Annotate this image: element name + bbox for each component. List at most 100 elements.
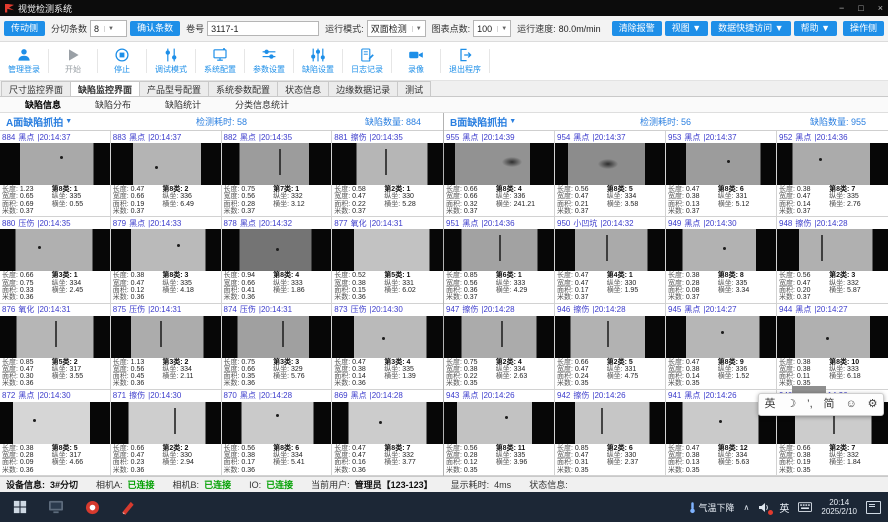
play-button[interactable]: 开始 [51, 42, 95, 80]
defect-cell-label: 872黑点|20:14:30 [0, 390, 110, 402]
strips-select[interactable]: 8▼ [90, 20, 127, 37]
tab-sub-2[interactable]: 缺陷统计 [148, 97, 218, 112]
roll-number-input[interactable] [207, 21, 319, 36]
defect-cell-871[interactable]: 871擦伤|20:14:30长度: 0.66宽度: 0.47面积: 0.23米数… [111, 390, 222, 476]
defect-cell-953[interactable]: 953黑点|20:14:37长度: 0.47宽度: 0.38面积: 0.13米数… [666, 131, 777, 217]
sliders-h-button[interactable]: 参数设置 [247, 42, 291, 80]
defect-cell-943[interactable]: 943黑点|20:14:26长度: 0.56宽度: 0.28面积: 0.12米数… [444, 390, 555, 476]
defect-cell-873[interactable]: 873压伤|20:14:30长度: 0.47宽度: 0.38面积: 0.14米数… [332, 304, 443, 390]
defect-cell-951[interactable]: 951黑点|20:14:36长度: 0.85宽度: 0.56面积: 0.36米数… [444, 217, 555, 303]
defect-cell-label: 955黑点|20:14:39 [444, 131, 554, 143]
tab-main-5[interactable]: 边缘数据记录 [328, 81, 398, 96]
tab-main-4[interactable]: 状态信息 [277, 81, 329, 96]
close-button[interactable]: × [878, 3, 883, 13]
defect-cell-878[interactable]: 878黑点|20:14:32长度: 0.94宽度: 0.66面积: 0.41米数… [222, 217, 333, 303]
tab-sub-3[interactable]: 分类信息统计 [218, 97, 306, 112]
stop-button[interactable]: 停止 [100, 42, 144, 80]
defect-timestamp: |20:14:37 [703, 133, 736, 142]
defect-cell-882[interactable]: 882黑点|20:14:35长度: 0.75宽度: 0.56面积: 0.28米数… [222, 131, 333, 217]
minimize-button[interactable]: − [839, 3, 844, 13]
exit-button[interactable]: 退出程序 [443, 42, 487, 80]
status-bar: 设备信息: 3#分切 相机A: 已连接 相机B: 已连接 IO: 已连接 当前用… [0, 476, 888, 492]
defect-type: 擦伤 [462, 304, 478, 315]
defect-cell-874[interactable]: 874压伤|20:14:31长度: 0.75宽度: 0.66面积: 0.35米数… [222, 304, 333, 390]
defect-timestamp: |20:14:31 [259, 305, 292, 314]
defect-id: 882 [224, 133, 237, 142]
confirm-strips-button[interactable]: 确认条数 [130, 21, 180, 36]
clear-alarm-button[interactable]: 清除报警 [612, 21, 662, 36]
tune-button[interactable]: 调试模式 [149, 42, 193, 80]
defect-cell-877[interactable]: 877氧化|20:14:31长度: 0.52宽度: 0.38面积: 0.15米数… [332, 217, 443, 303]
tab-sub-0[interactable]: 缺陷信息 [8, 97, 78, 112]
touch-keyboard-icon[interactable] [798, 502, 812, 512]
defect-cell-942[interactable]: 942擦伤|20:14:26长度: 0.85宽度: 0.47面积: 0.31米数… [555, 390, 666, 476]
defect-cell-947[interactable]: 947擦伤|20:14:28长度: 0.75宽度: 0.38面积: 0.22米数… [444, 304, 555, 390]
defect-image [444, 143, 554, 185]
defect-type: 黑点 [240, 390, 256, 401]
defect-cell-label: 945黑点|20:14:27 [666, 304, 776, 316]
io-status: 已连接 [266, 478, 293, 491]
defect-cell-881[interactable]: 881擦伤|20:14:35长度: 0.58宽度: 0.47面积: 0.22米数… [332, 131, 443, 217]
tab-main-3[interactable]: 系统参数配置 [208, 81, 278, 96]
defect-cell-879[interactable]: 879黑点|20:14:33长度: 0.38宽度: 0.47面积: 0.12米数… [111, 217, 222, 303]
notification-center-icon[interactable] [866, 501, 881, 514]
defect-cell-945[interactable]: 945黑点|20:14:27长度: 0.47宽度: 0.38面积: 0.14米数… [666, 304, 777, 390]
defect-cell-948[interactable]: 948擦伤|20:14:28长度: 0.56宽度: 0.47面积: 0.20米数… [777, 217, 888, 303]
ime-punctuation[interactable]: ’, [807, 399, 813, 410]
defect-cell-883[interactable]: 883黑点|20:14:37长度: 0.47宽度: 0.66面积: 0.19米数… [111, 131, 222, 217]
taskbar-app-icon-1[interactable] [38, 492, 74, 522]
defect-cell-880[interactable]: 880压伤|20:14:35长度: 0.66宽度: 0.75面积: 0.33米数… [0, 217, 111, 303]
user-button[interactable]: 管理登录 [2, 42, 46, 80]
ime-halfwidth-moon-icon[interactable]: ☽ [786, 399, 796, 410]
journal-button[interactable]: 日志记录 [345, 42, 389, 80]
defect-cell-870[interactable]: 870黑点|20:14:28长度: 0.56宽度: 0.38面积: 0.17米数… [222, 390, 333, 476]
defect-cell-954[interactable]: 954黑点|20:14:37长度: 0.56宽度: 0.47面积: 0.21米数… [555, 131, 666, 217]
sliders-v-button[interactable]: 缺陷设置 [296, 42, 340, 80]
run-mode-select[interactable]: 双面检测▼ [367, 20, 426, 37]
taskbar-app-icon-2[interactable] [74, 492, 110, 522]
tab-main-0[interactable]: 尺寸监控界面 [1, 81, 71, 96]
volume-icon[interactable] [758, 502, 770, 513]
defect-cell-950[interactable]: 950小凹坑|20:14:32长度: 0.47宽度: 0.47面积: 0.17米… [555, 217, 666, 303]
monitor-button[interactable]: 系统配置 [198, 42, 242, 80]
drive-side-button[interactable]: 传动侧 [4, 21, 45, 36]
operator-side-button[interactable]: 操作侧 [843, 21, 884, 36]
defect-cell-876[interactable]: 876氧化|20:14:31长度: 0.85宽度: 0.47面积: 0.30米数… [0, 304, 111, 390]
start-button[interactable] [2, 492, 38, 522]
tab-main-2[interactable]: 产品型号配置 [139, 81, 209, 96]
tab-main-6[interactable]: 测试 [397, 81, 431, 96]
defect-cell-869[interactable]: 869黑点|20:14:28长度: 0.47宽度: 0.47面积: 0.16米数… [332, 390, 443, 476]
ime-simplified-chinese[interactable]: 简 [824, 399, 835, 410]
ime-settings-gear-icon[interactable]: ⚙ [868, 399, 878, 410]
camera-button[interactable]: 录像 [394, 42, 438, 80]
defect-cell-955[interactable]: 955黑点|20:14:39长度: 0.66宽度: 0.66面积: 0.32米数… [444, 131, 555, 217]
chart-points-select[interactable]: 100▼ [473, 20, 511, 37]
ime-language-indicator[interactable]: 英 [779, 500, 789, 515]
maximize-button[interactable]: □ [858, 3, 863, 13]
defect-cell-949[interactable]: 949黑点|20:14:30长度: 0.38宽度: 0.28面积: 0.08米数… [666, 217, 777, 303]
defect-timestamp: |20:14:27 [703, 305, 736, 314]
defect-cell-952[interactable]: 952黑点|20:14:36长度: 0.38宽度: 0.47面积: 0.14米数… [777, 131, 888, 217]
defect-cell-944[interactable]: 944黑点|20:14:27长度: 0.38宽度: 0.38面积: 0.11米数… [777, 304, 888, 390]
main-tab-bar: 尺寸监控界面缺陷监控界面产品型号配置系统参数配置状态信息边缘数据记录测试 [0, 81, 888, 97]
data-shortcut-menu-button[interactable]: 数据快捷访问 ▼ [711, 21, 790, 36]
help-menu-button[interactable]: 帮助 ▼ [794, 21, 837, 36]
weather-widget[interactable]: 气温下降 [689, 501, 735, 514]
defect-class: 第5类: 1 [384, 272, 416, 279]
defect-cell-946[interactable]: 946擦伤|20:14:28长度: 0.66宽度: 0.47面积: 0.24米数… [555, 304, 666, 390]
defect-mark [155, 166, 158, 169]
defect-cell-872[interactable]: 872黑点|20:14:30 长度: 0.38宽度: 0.28面积: 0.09米数… [0, 390, 111, 476]
view-menu-button[interactable]: 视图 ▼ [665, 21, 708, 36]
ime-english-mode[interactable]: 英 [764, 399, 775, 410]
taskbar-app-icon-3[interactable] [110, 492, 146, 522]
tab-sub-1[interactable]: 缺陷分布 [78, 97, 148, 112]
ime-emoji-icon[interactable]: ☺ [845, 399, 856, 410]
camera-b-status: 已连接 [204, 478, 231, 491]
taskbar-clock[interactable]: 20:14 2025/2/10 [821, 498, 857, 516]
defect-cell-884[interactable]: 884黑点|20:14:37长度: 1.23宽度: 0.65面积: 0.69米数… [0, 131, 111, 217]
defect-info: 长度: 0.38宽度: 0.28面积: 0.09米数: 0.36第8类: 5纵坐… [0, 444, 110, 475]
defect-id: 884 [2, 133, 15, 142]
defect-cell-875[interactable]: 875压伤|20:14:31长度: 1.13宽度: 0.56面积: 0.45米数… [111, 304, 222, 390]
tab-main-1[interactable]: 缺陷监控界面 [70, 81, 140, 96]
tray-expand-caret[interactable]: ∧ [744, 503, 750, 512]
